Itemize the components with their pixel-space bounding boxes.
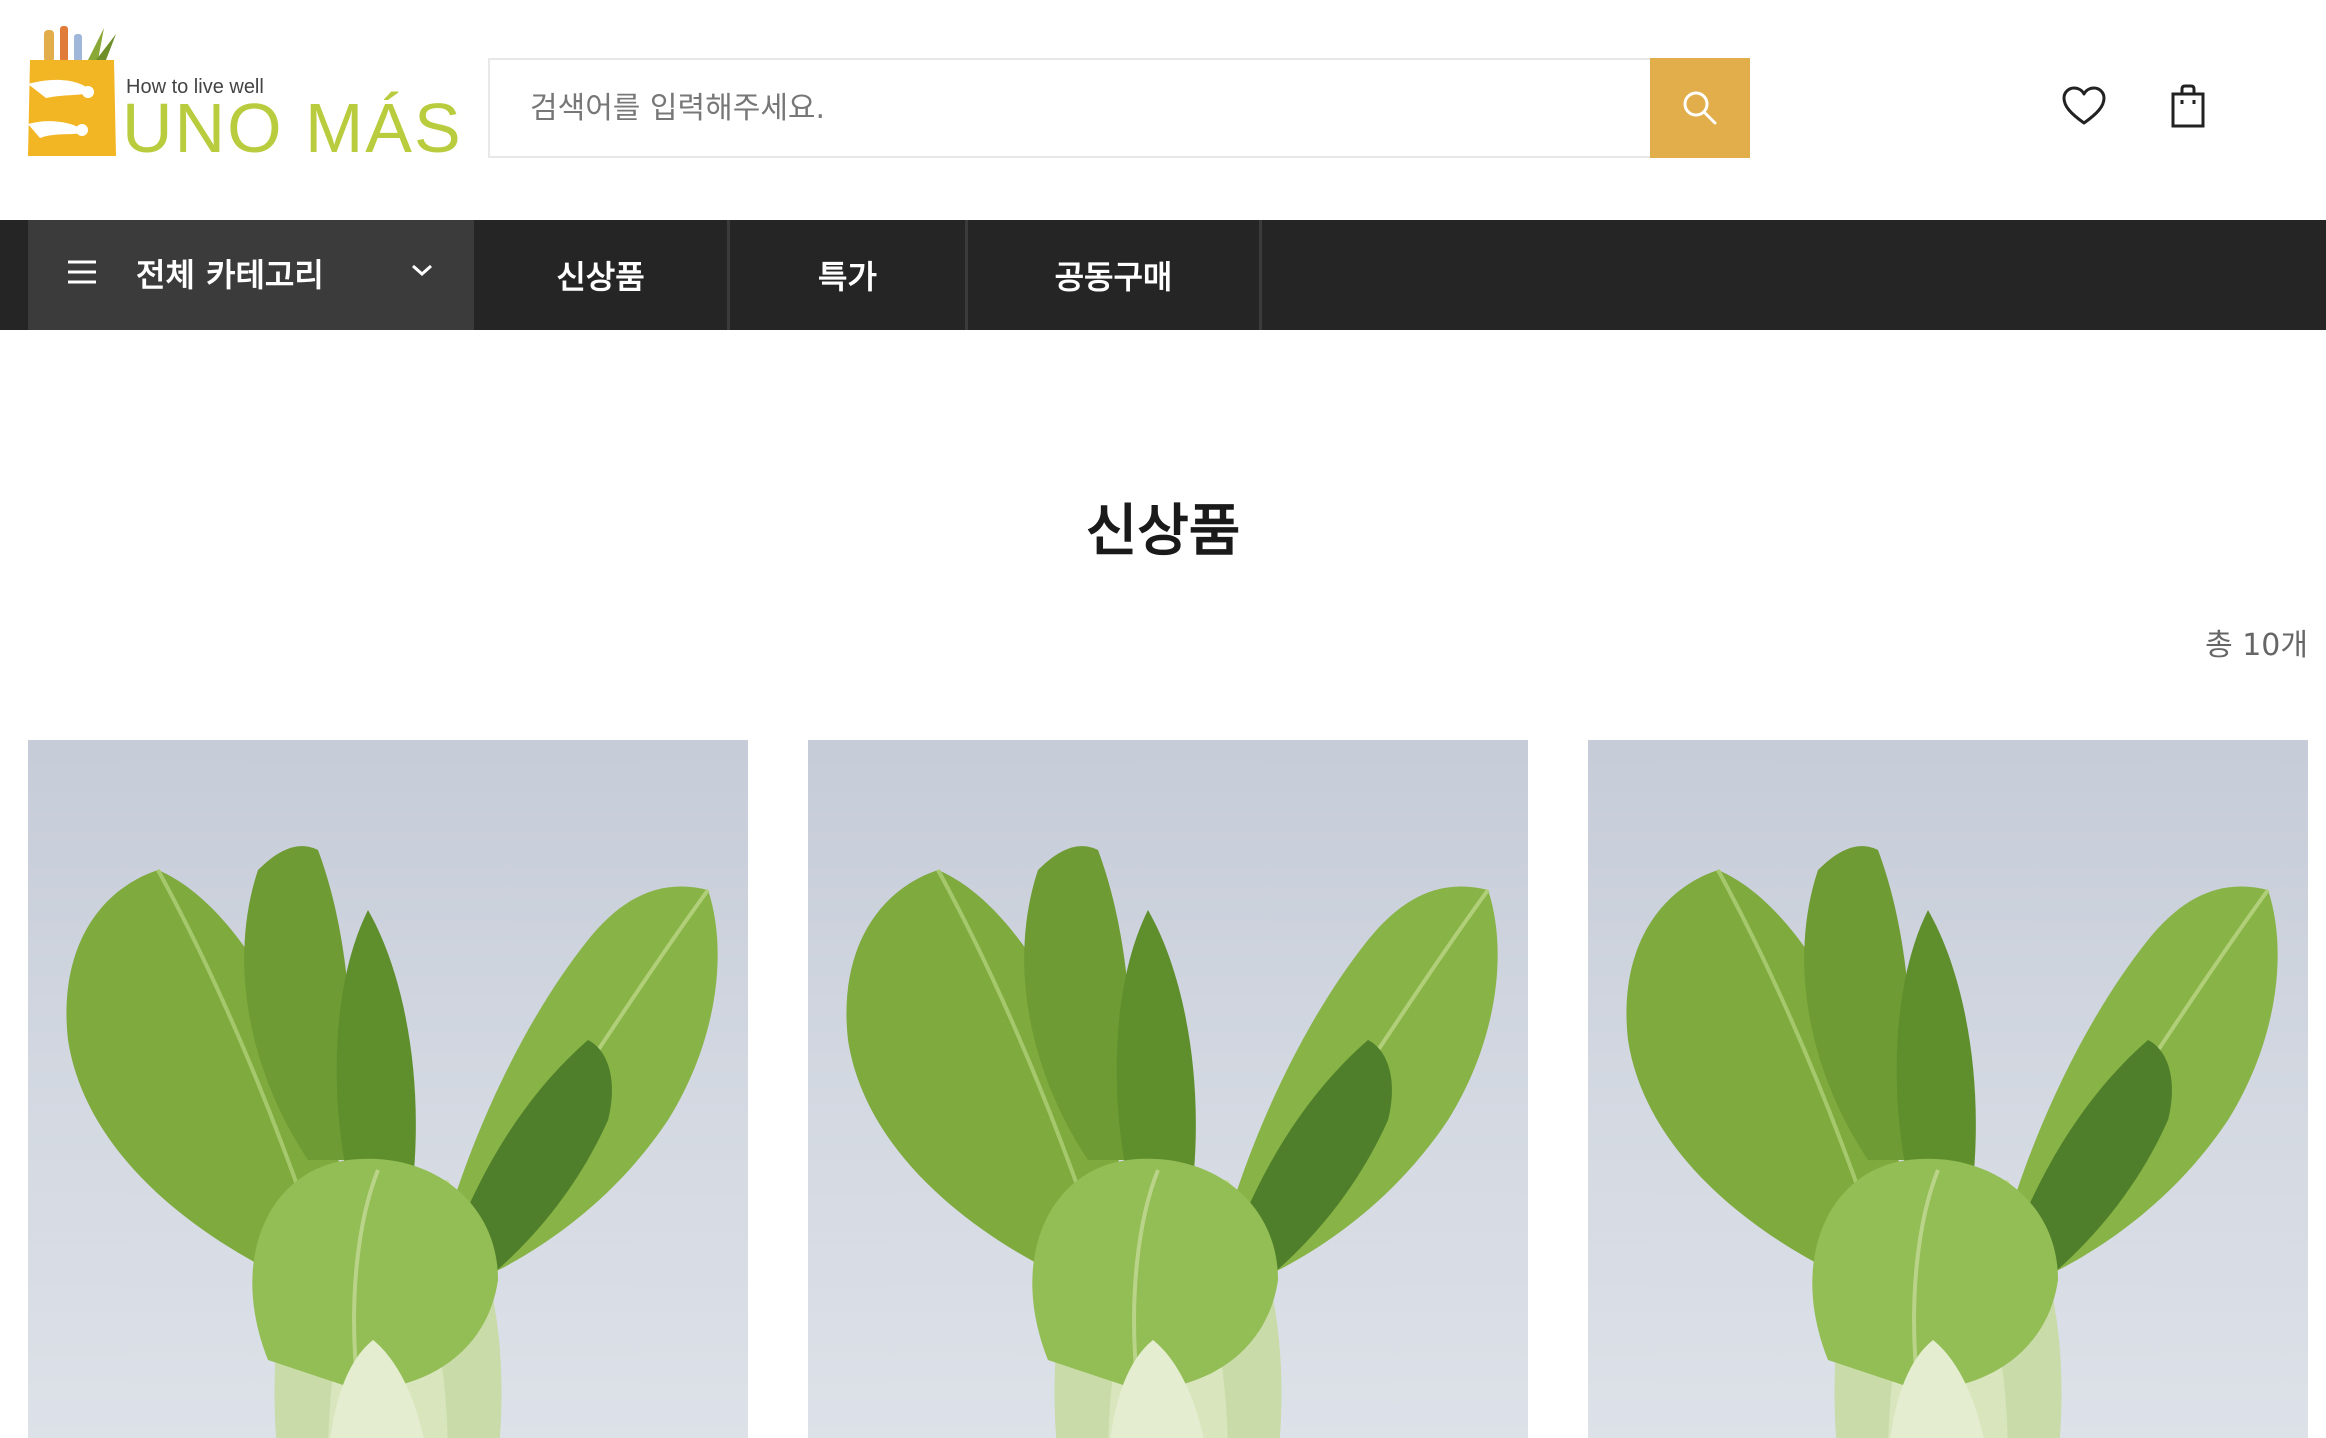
nav-item-new-products[interactable]: 신상품 [474, 220, 730, 330]
logo-brand-name: UNO MÁS [122, 89, 463, 167]
nav-item-label: 공동구매 [1054, 258, 1173, 296]
product-image-bok-choy [1624, 844, 2280, 1438]
product-image-bok-choy [64, 844, 720, 1438]
site-logo[interactable]: How to live well UNO MÁS [26, 20, 461, 170]
product-image-bok-choy [844, 844, 1500, 1438]
search-input[interactable] [490, 60, 1650, 156]
shopping-bag-icon [2171, 84, 2205, 128]
page-title: 신상품 [1085, 499, 1241, 564]
search-bar [488, 58, 1750, 158]
all-categories-button[interactable]: 전체 카테고리 [28, 220, 474, 330]
search-button[interactable] [1650, 58, 1750, 158]
menu-icon [68, 260, 96, 284]
product-card[interactable] [28, 740, 748, 1438]
all-categories-label: 전체 카테고리 [136, 256, 324, 294]
product-total-count: 총 10개 [2205, 628, 2308, 663]
nav-item-group-buy[interactable]: 공동구매 [968, 220, 1262, 330]
nav-item-label: 신상품 [556, 258, 645, 296]
product-card[interactable] [1588, 740, 2308, 1438]
nav-item-special-price[interactable]: 특가 [730, 220, 968, 330]
cart-button[interactable] [2164, 82, 2212, 130]
nav-item-label: 특가 [818, 258, 877, 296]
heart-icon [2062, 86, 2106, 125]
search-icon [1683, 91, 1717, 125]
main-navigation: 전체 카테고리 신상품 특가 공동구매 [0, 220, 2326, 330]
chevron-down-icon [412, 264, 432, 277]
product-card[interactable] [808, 740, 1528, 1438]
wishlist-button[interactable] [2060, 82, 2108, 130]
grocery-bag-logo-icon [28, 26, 116, 156]
site-header: How to live well UNO MÁS [0, 0, 2326, 220]
